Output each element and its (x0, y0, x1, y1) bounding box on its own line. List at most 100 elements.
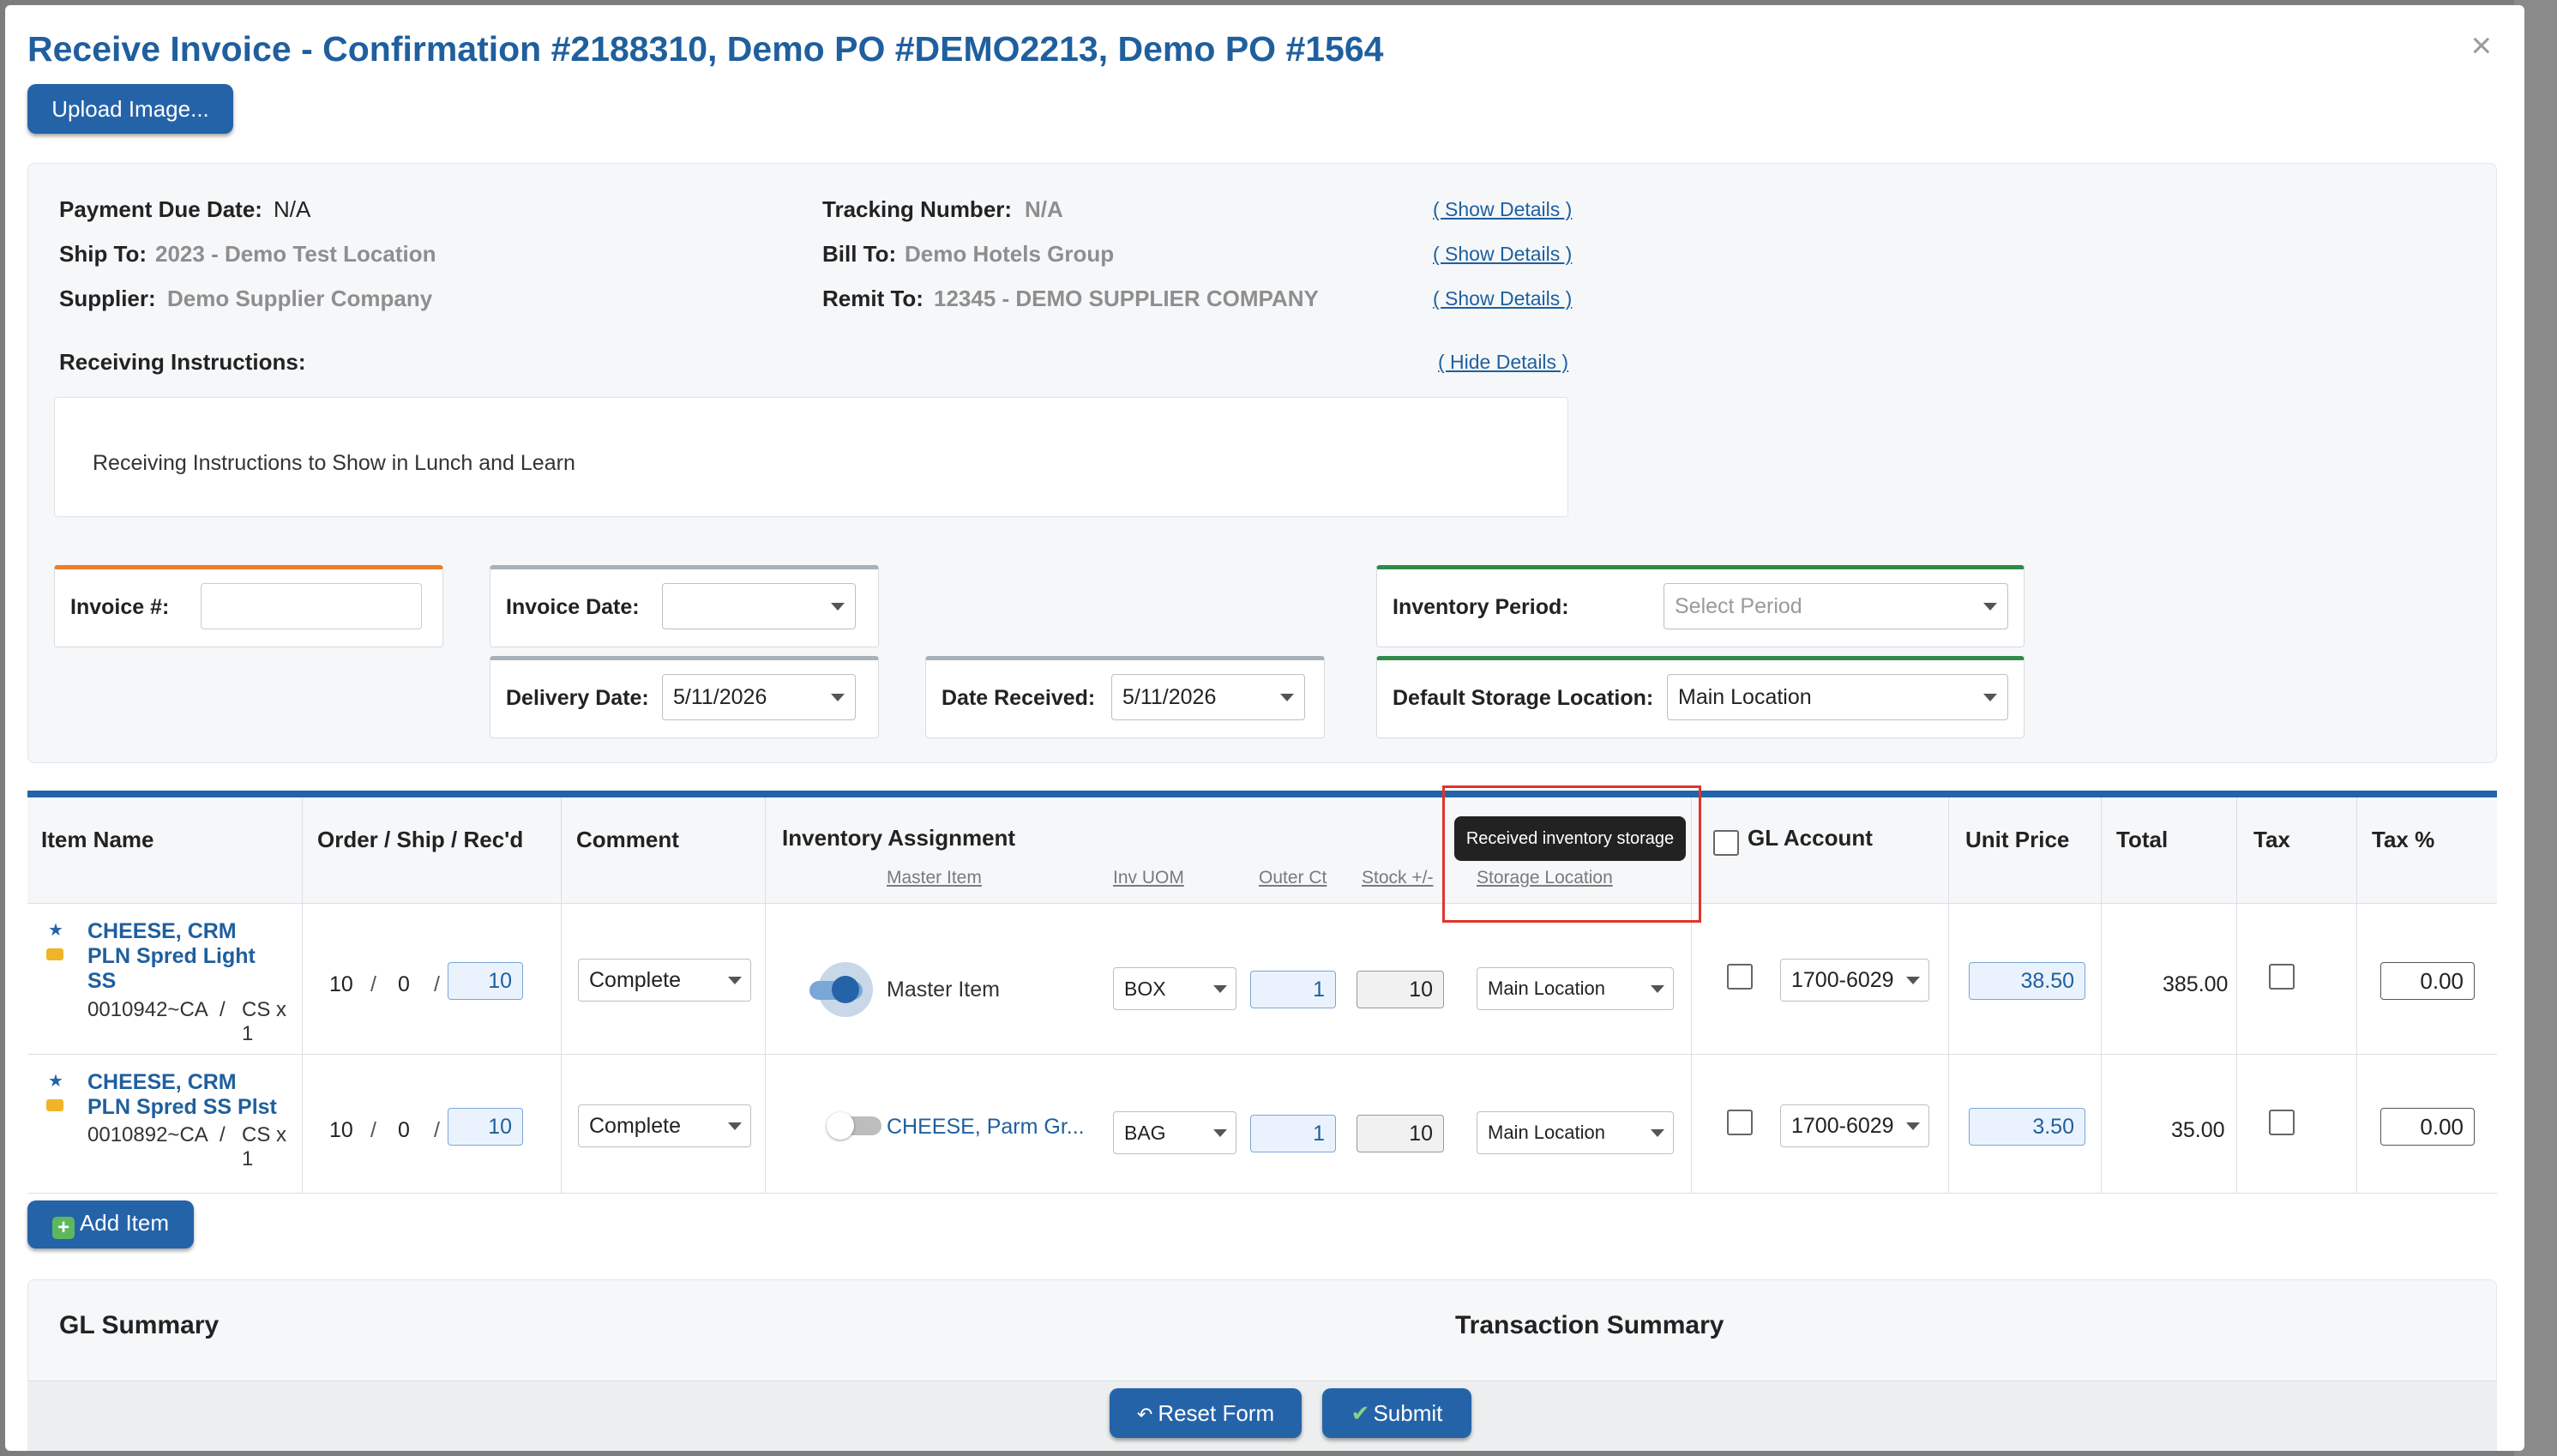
tax-checkbox[interactable] (2269, 964, 2295, 990)
col-divider (302, 797, 303, 1194)
default-storage-label: Default Storage Location: (1393, 686, 1654, 710)
subcol-stock: Stock +/- (1362, 868, 1434, 887)
subcol-inv-uom: Inv UOM (1113, 868, 1184, 887)
inventory-period-select[interactable]: Select Period (1664, 583, 2008, 629)
undo-icon: ↶ (1136, 1403, 1153, 1425)
unit-price-input[interactable]: 3.50 (1969, 1108, 2085, 1146)
chevron-down-icon (831, 694, 845, 701)
received-qty-input[interactable]: 10 (448, 1108, 523, 1146)
gl-row-checkbox[interactable] (1727, 964, 1753, 990)
col-item-name: Item Name (41, 827, 154, 852)
master-item-label: Master Item (887, 978, 1000, 1002)
master-item-toggle[interactable] (827, 1112, 881, 1140)
tracking-label: Tracking Number: (822, 196, 1013, 222)
row-total: 35.00 (2171, 1118, 2225, 1142)
inventory-period-placeholder: Select Period (1675, 594, 1802, 618)
date-received-value: 5/11/2026 (1122, 685, 1217, 709)
default-storage-select[interactable]: Main Location (1667, 674, 2008, 720)
default-storage-card: Default Storage Location: Main Location (1376, 656, 2025, 738)
bill-to-value: Demo Hotels Group (905, 241, 1115, 267)
table-row: ★ CHEESE, CRM PLN Spred SS Plst 0010892~… (27, 1055, 2497, 1194)
storage-location-value: Main Location (1488, 1122, 1605, 1143)
check-icon: ✔ (1351, 1399, 1370, 1426)
gl-account-select[interactable]: 1700-6029 (1780, 1104, 1929, 1147)
tax-checkbox[interactable] (2269, 1110, 2295, 1135)
subcol-outer-ct: Outer Ct (1259, 868, 1327, 887)
receive-invoice-modal: Receive Invoice - Confirmation #2188310,… (5, 5, 2524, 1451)
col-divider (1948, 797, 1949, 1194)
col-tax: Tax (2253, 827, 2290, 852)
outer-ct-input[interactable]: 1 (1250, 1115, 1336, 1152)
invoice-number-input[interactable] (201, 583, 422, 629)
comment-select[interactable]: Complete (578, 1104, 751, 1147)
modal-footer: ↶ Reset Form ✔ Submit (27, 1381, 2497, 1451)
comment-value: Complete (589, 968, 681, 992)
toggle-knob (827, 1112, 854, 1140)
inv-uom-value: BAG (1124, 1122, 1166, 1144)
col-divider (2236, 797, 2237, 1194)
delivery-date-select[interactable]: 5/11/2026 (662, 674, 856, 720)
comment-value: Complete (589, 1114, 681, 1138)
gl-row-checkbox[interactable] (1727, 1110, 1753, 1135)
date-received-label: Date Received: (942, 686, 1096, 710)
show-details-tracking-link[interactable]: ( Show Details ) (1433, 198, 1572, 221)
upload-image-button[interactable]: Upload Image... (27, 84, 233, 134)
outer-ct-input[interactable]: 1 (1250, 971, 1336, 1008)
supplier-label: Supplier: (59, 286, 156, 311)
remit-to-value: 12345 - DEMO SUPPLIER COMPANY (934, 286, 1319, 311)
show-details-bill-to-link[interactable]: ( Show Details ) (1433, 243, 1572, 266)
master-item-link[interactable]: CHEESE, Parm Gr... (887, 1115, 1085, 1140)
storage-location-select[interactable]: Main Location (1477, 1111, 1674, 1154)
close-icon[interactable]: × (2470, 27, 2492, 63)
ship-qty: 0 (398, 972, 410, 996)
subcol-master-item: Master Item (887, 868, 982, 887)
hide-details-link[interactable]: ( Hide Details ) (1438, 351, 1568, 374)
chevron-down-icon (1213, 1129, 1227, 1137)
star-icon: ★ (48, 1072, 63, 1091)
chevron-down-icon (1651, 1129, 1664, 1137)
qty-separator: / (434, 972, 440, 996)
receiving-instructions-text: Receiving Instructions to Show in Lunch … (93, 451, 575, 475)
storage-location-select[interactable]: Main Location (1477, 967, 1674, 1010)
show-details-remit-to-link[interactable]: ( Show Details ) (1433, 287, 1572, 310)
add-item-button[interactable]: + Add Item (27, 1200, 194, 1248)
item-name-link[interactable]: CHEESE, CRM PLN Spred Light SS (87, 919, 285, 994)
col-inventory-assignment: Inventory Assignment (782, 825, 1016, 851)
comment-select[interactable]: Complete (578, 959, 751, 1002)
reset-form-button[interactable]: ↶ Reset Form (1110, 1388, 1302, 1438)
tax-pct-input[interactable]: 0.00 (2380, 1108, 2475, 1146)
storage-location-value: Main Location (1488, 978, 1605, 999)
inv-uom-select[interactable]: BOX (1113, 967, 1236, 1010)
select-all-gl-checkbox[interactable] (1713, 830, 1739, 856)
invoice-number-label: Invoice #: (70, 595, 170, 619)
invoice-date-select[interactable] (662, 583, 856, 629)
modal-title: Receive Invoice - Confirmation #2188310,… (27, 29, 1384, 69)
unit-price-input[interactable]: 38.50 (1969, 962, 2085, 1000)
col-gl-account: GL Account (1748, 825, 1873, 851)
item-code: 0010942~CA (87, 998, 208, 1021)
add-item-label: Add Item (79, 1210, 170, 1236)
date-received-select[interactable]: 5/11/2026 (1111, 674, 1305, 720)
chevron-down-icon (1280, 694, 1294, 701)
stock-input[interactable]: 10 (1357, 1115, 1444, 1152)
master-item-toggle[interactable] (809, 962, 873, 1017)
receiving-instructions-label: Receiving Instructions: (59, 349, 306, 375)
chevron-down-icon (1983, 694, 1997, 701)
received-qty-input[interactable]: 10 (448, 962, 523, 1000)
ship-to-label: Ship To: (59, 241, 147, 267)
order-qty: 10 (329, 972, 353, 996)
gl-account-select[interactable]: 1700-6029 (1780, 959, 1929, 1002)
stock-input[interactable]: 10 (1357, 971, 1444, 1008)
submit-button[interactable]: ✔ Submit (1322, 1388, 1471, 1438)
invoice-info-panel: Payment Due Date: N/A Ship To: 2023 - De… (27, 163, 2497, 763)
inv-uom-value: BOX (1124, 978, 1166, 1000)
inventory-period-label: Inventory Period: (1393, 595, 1569, 619)
chevron-down-icon (728, 977, 742, 984)
col-total: Total (2116, 827, 2169, 852)
item-name-link[interactable]: CHEESE, CRM PLN Spred SS Plst (87, 1070, 285, 1120)
item-unit-sep: / (220, 998, 226, 1021)
receiving-instructions-box: Receiving Instructions to Show in Lunch … (54, 397, 1568, 517)
tax-pct-input[interactable]: 0.00 (2380, 962, 2475, 1000)
item-unit: CS x 1 (242, 998, 287, 1045)
inv-uom-select[interactable]: BAG (1113, 1111, 1236, 1154)
